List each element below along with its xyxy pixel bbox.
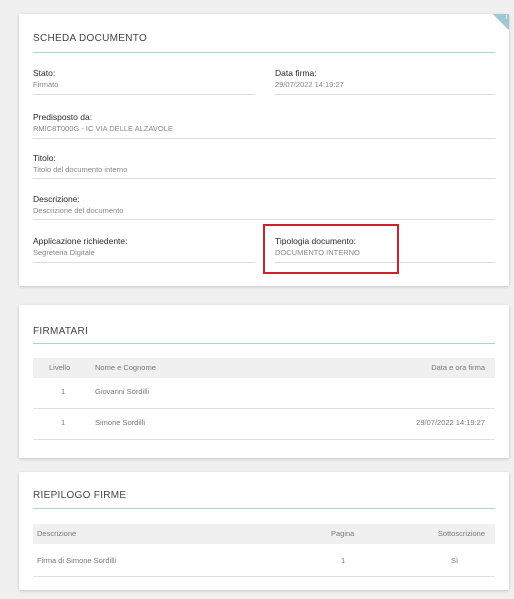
riepilogo-firme-card: RIEPILOGO FIRME Descrizione Pagina Sotto… bbox=[19, 472, 509, 590]
row-descrizione: Firma di Simone Sordilli bbox=[37, 556, 117, 565]
firmatari-table-header: Livello Nome e Cognome Data e ora firma bbox=[33, 358, 495, 378]
stato-value: Firmato bbox=[33, 80, 59, 89]
data-firma-field: Data firma: 29/07/2022 14:19:27 bbox=[275, 68, 344, 89]
row-pagina: 1 bbox=[341, 556, 346, 565]
riepilogo-title-divider bbox=[33, 508, 495, 509]
header-pagina[interactable]: Pagina bbox=[331, 524, 354, 544]
row-livello: 1 bbox=[61, 387, 66, 396]
firmatari-title: FIRMATARI bbox=[33, 326, 89, 337]
stato-field: Stato: Firmato bbox=[33, 68, 58, 89]
descrizione-divider bbox=[33, 219, 495, 220]
firmatari-card: FIRMATARI Livello Nome e Cognome Data e … bbox=[19, 305, 509, 458]
data-firma-label: Data firma: bbox=[275, 68, 317, 78]
titolo-label: Titolo: bbox=[33, 153, 56, 163]
titolo-divider bbox=[33, 178, 495, 179]
row-data-firma: 29/07/2022 14:19:27 bbox=[416, 418, 485, 427]
riepilogo-title: RIEPILOGO FIRME bbox=[33, 490, 127, 501]
applicazione-divider bbox=[33, 262, 255, 263]
riepilogo-table-header: Descrizione Pagina Sottoscrizione bbox=[33, 524, 495, 544]
info-corner-icon[interactable]: i bbox=[493, 14, 509, 30]
row-sottoscrizione: Sì bbox=[451, 556, 459, 565]
descrizione-field: Descrizione: Descrizione del documento bbox=[33, 194, 123, 215]
data-firma-divider bbox=[275, 94, 495, 95]
header-nome-cognome[interactable]: Nome e Cognome bbox=[95, 358, 156, 378]
predisposto-field: Predisposto da: RMIC8T000G - IC VIA DELL… bbox=[33, 112, 173, 133]
predisposto-divider bbox=[33, 138, 495, 139]
descrizione-label: Descrizione: bbox=[33, 194, 80, 204]
applicazione-label: Applicazione richiedente: bbox=[33, 236, 128, 246]
predisposto-value: RMIC8T000G - IC VIA DELLE ALZAVOLE bbox=[33, 124, 173, 133]
header-descrizione[interactable]: Descrizione bbox=[37, 524, 76, 544]
applicazione-field: Applicazione richiedente: Segreteria Dig… bbox=[33, 236, 128, 257]
tipologia-highlight-box bbox=[263, 224, 399, 274]
scheda-documento-title: SCHEDA DOCUMENTO bbox=[33, 33, 148, 44]
firmatari-title-divider bbox=[33, 343, 495, 344]
row-livello: 1 bbox=[61, 418, 66, 427]
header-sottoscrizione[interactable]: Sottoscrizione bbox=[438, 524, 485, 544]
predisposto-label: Predisposto da: bbox=[33, 112, 93, 122]
title-divider bbox=[33, 52, 495, 53]
descrizione-value: Descrizione del documento bbox=[33, 206, 124, 215]
header-data-ora-firma[interactable]: Data e ora firma bbox=[431, 358, 485, 378]
row-divider bbox=[33, 408, 495, 409]
row-divider bbox=[33, 576, 495, 577]
titolo-value: Titolo del documento interno bbox=[33, 165, 128, 174]
titolo-field: Titolo: Titolo del documento interno bbox=[33, 153, 127, 174]
applicazione-value: Segreteria Digitale bbox=[33, 248, 95, 257]
row-nome: Simone Sordilli bbox=[95, 418, 146, 427]
data-firma-value: 29/07/2022 14:19:27 bbox=[275, 80, 344, 89]
stato-label: Stato: bbox=[33, 68, 56, 78]
row-nome: Giovanni Sordilli bbox=[95, 387, 150, 396]
row-divider bbox=[33, 439, 495, 440]
stato-divider bbox=[33, 94, 255, 95]
header-livello[interactable]: Livello bbox=[49, 358, 70, 378]
info-icon: i bbox=[505, 14, 507, 21]
